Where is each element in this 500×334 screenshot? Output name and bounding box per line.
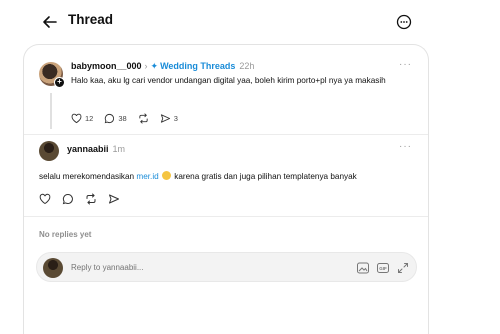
post-more-button[interactable]: ··· xyxy=(399,59,412,70)
top-bar: Thread xyxy=(0,0,500,44)
gif-icon[interactable]: GIF xyxy=(376,261,390,275)
comment-button[interactable]: 38 xyxy=(104,113,127,124)
repost-button[interactable] xyxy=(138,113,149,124)
post-header: babymoon__000 › ✦ Wedding Threads 22h xyxy=(71,61,254,72)
share-count: 3 xyxy=(173,114,178,123)
reply-more-button[interactable]: ··· xyxy=(399,141,412,152)
post-actions: 12 38 3 xyxy=(71,113,189,124)
reply-count: 38 xyxy=(118,114,127,123)
repost-button[interactable] xyxy=(85,193,97,205)
reply-input[interactable] xyxy=(71,263,271,272)
repost-icon xyxy=(139,113,148,124)
reply-avatar[interactable] xyxy=(39,141,59,161)
post-time: 22h xyxy=(239,61,255,71)
reply-username[interactable]: yannaabii xyxy=(67,144,109,154)
thread-card: + babymoon__000 › ✦ Wedding Threads 22h ··· … xyxy=(23,44,429,334)
heart-icon xyxy=(39,193,51,205)
divider xyxy=(24,216,428,217)
separator-chevron-icon: › xyxy=(144,61,148,71)
share-icon xyxy=(109,194,119,204)
heart-icon xyxy=(71,113,82,124)
post-text: Halo kaa, aku lg cari vendor undangan di… xyxy=(71,76,386,85)
comment-icon xyxy=(105,113,115,124)
reply-text: selalu merekomendasikan mer.id karena gr… xyxy=(39,171,424,181)
follow-plus-icon[interactable]: + xyxy=(54,77,65,88)
share-icon xyxy=(160,114,170,123)
repost-icon xyxy=(86,193,96,205)
expand-icon[interactable] xyxy=(396,261,410,275)
like-button[interactable]: 12 xyxy=(71,113,93,124)
reply-actions xyxy=(39,193,131,205)
reply-text-part: karena gratis dan juga pilihan templaten… xyxy=(171,172,357,181)
page-title: Thread xyxy=(68,12,114,27)
comment-button[interactable] xyxy=(62,193,74,205)
comment-icon xyxy=(62,193,73,205)
reply-composer[interactable]: GIF xyxy=(36,252,417,282)
like-count: 12 xyxy=(85,114,94,123)
divider xyxy=(24,134,428,135)
like-button[interactable] xyxy=(39,193,51,205)
reply-link[interactable]: mer.id xyxy=(136,172,158,181)
reply-header: yannaabii 1m xyxy=(67,144,125,154)
share-button[interactable]: 3 xyxy=(160,113,178,124)
smile-emoji-icon xyxy=(161,171,171,180)
reply-text-part: selalu merekomendasikan xyxy=(39,172,137,181)
topic-link[interactable]: Wedding Threads xyxy=(160,61,235,71)
svg-text:GIF: GIF xyxy=(379,266,387,271)
back-arrow-icon[interactable] xyxy=(40,12,60,32)
no-replies-label: No replies yet xyxy=(39,230,92,239)
more-circle-icon[interactable] xyxy=(394,12,414,32)
topic-icon: ✦ xyxy=(150,61,159,71)
composer-avatar xyxy=(43,258,63,278)
post-username[interactable]: babymoon__000 xyxy=(71,61,142,71)
thread-line xyxy=(50,93,52,129)
share-button[interactable] xyxy=(108,193,120,205)
reply-time: 1m xyxy=(112,144,126,154)
image-icon[interactable] xyxy=(356,261,370,275)
